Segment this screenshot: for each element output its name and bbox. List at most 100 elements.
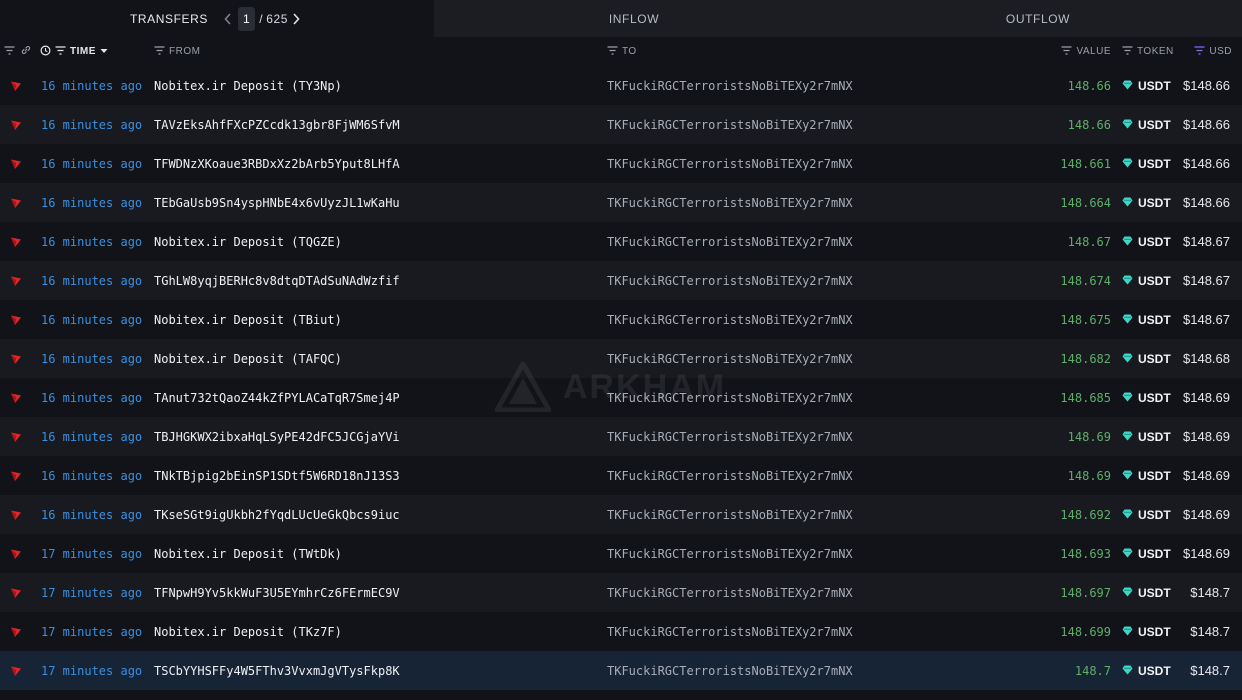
row-token[interactable]: USDT xyxy=(1122,222,1171,261)
row-from-address[interactable]: TKseSGt9igUkbh2fYqdLUcUeGkQbcs9iuc xyxy=(154,495,400,534)
table-row[interactable]: 16 minutes ago TEbGaUsb9Sn4yspHNbE4x6vUyz… xyxy=(0,183,1242,222)
row-to-address[interactable]: TKFuckiRGCTerroristsNoBiTEXy2r7mNX xyxy=(607,339,853,378)
filter-icon[interactable] xyxy=(154,45,165,58)
row-from-address[interactable]: TFWDNzXKoaue3RBDxXz2bArb5Yput8LHfA xyxy=(154,144,400,183)
tab-outflow[interactable]: OUTFLOW xyxy=(834,0,1242,37)
table-row[interactable]: 17 minutes ago TFNpwH9Yv5kkWuF3U5EYmhrCz6… xyxy=(0,573,1242,612)
row-token[interactable]: USDT xyxy=(1122,105,1171,144)
row-token[interactable]: USDT xyxy=(1122,261,1171,300)
sort-down-icon[interactable] xyxy=(100,46,108,57)
tab-inflow[interactable]: INFLOW xyxy=(434,0,834,37)
row-time-link[interactable]: 16 minutes ago xyxy=(41,261,142,300)
table-row[interactable]: 16 minutes ago Nobitex.ir Deposit (TBiut)… xyxy=(0,300,1242,339)
header-usd[interactable]: USD xyxy=(1194,37,1232,66)
page-current[interactable]: 1 xyxy=(238,6,256,31)
row-to-address[interactable]: TKFuckiRGCTerroristsNoBiTEXy2r7mNX xyxy=(607,66,853,105)
row-to-address[interactable]: TKFuckiRGCTerroristsNoBiTEXy2r7mNX xyxy=(607,261,853,300)
row-to-address[interactable]: TKFuckiRGCTerroristsNoBiTEXy2r7mNX xyxy=(607,456,853,495)
row-from-address[interactable]: TBJHGKWX2ibxaHqLSyPE42dFC5JCGjaYVi xyxy=(154,417,400,456)
row-to-address[interactable]: TKFuckiRGCTerroristsNoBiTEXy2r7mNX xyxy=(607,222,853,261)
row-time-link[interactable]: 17 minutes ago xyxy=(41,573,142,612)
row-token[interactable]: USDT xyxy=(1122,612,1171,651)
row-token[interactable]: USDT xyxy=(1122,339,1171,378)
row-to-address[interactable]: TKFuckiRGCTerroristsNoBiTEXy2r7mNX xyxy=(607,300,853,339)
row-token[interactable]: USDT xyxy=(1122,66,1171,105)
row-time-link[interactable]: 16 minutes ago xyxy=(41,183,142,222)
table-row[interactable]: 16 minutes ago TFWDNzXKoaue3RBDxXz2bArb5Y… xyxy=(0,144,1242,183)
tab-transfers[interactable]: TRANSFERS 1 / 625 xyxy=(0,0,434,37)
row-to-address[interactable]: TKFuckiRGCTerroristsNoBiTEXy2r7mNX xyxy=(607,534,853,573)
table-row[interactable]: 16 minutes ago Nobitex.ir Deposit (TAFQC)… xyxy=(0,339,1242,378)
row-to-address[interactable]: TKFuckiRGCTerroristsNoBiTEXy2r7mNX xyxy=(607,573,853,612)
table-row[interactable]: 16 minutes ago TBJHGKWX2ibxaHqLSyPE42dFC5… xyxy=(0,417,1242,456)
row-time-link[interactable]: 16 minutes ago xyxy=(41,144,142,183)
row-time-link[interactable]: 16 minutes ago xyxy=(41,66,142,105)
row-from-address[interactable]: Nobitex.ir Deposit (TBiut) xyxy=(154,300,342,339)
row-token[interactable]: USDT xyxy=(1122,300,1171,339)
row-from-address[interactable]: TEbGaUsb9Sn4yspHNbE4x6vUyzJL1wKaHu xyxy=(154,183,400,222)
filter-icon[interactable] xyxy=(1122,45,1133,58)
row-from-address[interactable]: TGhLW8yqjBERHc8v8dtqDTAdSuNAdWzfif xyxy=(154,261,400,300)
row-from-address[interactable]: TNkTBjpig2bEinSP1SDtf5W6RD18nJ13S3 xyxy=(154,456,400,495)
row-to-address[interactable]: TKFuckiRGCTerroristsNoBiTEXy2r7mNX xyxy=(607,378,853,417)
row-token[interactable]: USDT xyxy=(1122,417,1171,456)
table-row[interactable]: 16 minutes ago TKseSGt9igUkbh2fYqdLUcUeGk… xyxy=(0,495,1242,534)
table-row[interactable]: 16 minutes ago TAnut732tQaoZ44kZfPYLACaTq… xyxy=(0,378,1242,417)
filter-icon[interactable] xyxy=(1061,45,1072,58)
row-token[interactable]: USDT xyxy=(1122,144,1171,183)
row-from-address[interactable]: Nobitex.ir Deposit (TY3Np) xyxy=(154,66,342,105)
table-row[interactable]: 16 minutes ago TNkTBjpig2bEinSP1SDtf5W6RD… xyxy=(0,456,1242,495)
table-row[interactable]: 16 minutes ago Nobitex.ir Deposit (TQGZE)… xyxy=(0,222,1242,261)
row-token[interactable]: USDT xyxy=(1122,651,1171,690)
header-token[interactable]: TOKEN xyxy=(1122,37,1174,66)
row-to-address[interactable]: TKFuckiRGCTerroristsNoBiTEXy2r7mNX xyxy=(607,144,853,183)
row-time-link[interactable]: 16 minutes ago xyxy=(41,222,142,261)
row-token[interactable]: USDT xyxy=(1122,534,1171,573)
row-from-address[interactable]: TAnut732tQaoZ44kZfPYLACaTqR7Smej4P xyxy=(154,378,400,417)
header-from[interactable]: FROM xyxy=(154,37,200,66)
row-from-address[interactable]: TFNpwH9Yv5kkWuF3U5EYmhrCz6FErmEC9V xyxy=(154,573,400,612)
table-row[interactable]: 16 minutes ago TAVzEksAhfFXcPZCcdk13gbr8F… xyxy=(0,105,1242,144)
table-row[interactable]: 17 minutes ago Nobitex.ir Deposit (TWtDk)… xyxy=(0,534,1242,573)
table-row[interactable]: 17 minutes ago TSCbYYHSFFy4W5FThv3VvxmJgV… xyxy=(0,651,1242,690)
row-time-link[interactable]: 16 minutes ago xyxy=(41,105,142,144)
row-time-link[interactable]: 16 minutes ago xyxy=(41,456,142,495)
row-time-link[interactable]: 16 minutes ago xyxy=(41,417,142,456)
row-time-link[interactable]: 16 minutes ago xyxy=(41,300,142,339)
row-to-address[interactable]: TKFuckiRGCTerroristsNoBiTEXy2r7mNX xyxy=(607,183,853,222)
row-from-address[interactable]: Nobitex.ir Deposit (TKz7F) xyxy=(154,612,342,651)
row-from-address[interactable]: Nobitex.ir Deposit (TWtDk) xyxy=(154,534,342,573)
row-to-address[interactable]: TKFuckiRGCTerroristsNoBiTEXy2r7mNX xyxy=(607,651,853,690)
chevron-right-icon[interactable] xyxy=(288,10,304,28)
row-to-address[interactable]: TKFuckiRGCTerroristsNoBiTEXy2r7mNX xyxy=(607,417,853,456)
filter-icon[interactable] xyxy=(4,45,15,58)
header-value[interactable]: VALUE xyxy=(1061,37,1111,66)
row-time-link[interactable]: 17 minutes ago xyxy=(41,612,142,651)
row-from-address[interactable]: TAVzEksAhfFXcPZCcdk13gbr8FjWM6SfvM xyxy=(154,105,400,144)
row-time-link[interactable]: 17 minutes ago xyxy=(41,534,142,573)
row-time-link[interactable]: 17 minutes ago xyxy=(41,651,142,690)
header-time[interactable]: TIME xyxy=(40,37,108,66)
filter-icon[interactable] xyxy=(55,45,66,58)
filter-icon[interactable] xyxy=(1194,45,1205,58)
row-from-address[interactable]: Nobitex.ir Deposit (TAFQC) xyxy=(154,339,342,378)
row-token[interactable]: USDT xyxy=(1122,456,1171,495)
table-row[interactable]: 17 minutes ago Nobitex.ir Deposit (TKz7F)… xyxy=(0,612,1242,651)
filter-icon[interactable] xyxy=(607,45,618,58)
row-token[interactable]: USDT xyxy=(1122,573,1171,612)
header-to[interactable]: TO xyxy=(607,37,637,66)
row-token[interactable]: USDT xyxy=(1122,495,1171,534)
table-row[interactable]: 16 minutes ago Nobitex.ir Deposit (TY3Np)… xyxy=(0,66,1242,105)
row-to-address[interactable]: TKFuckiRGCTerroristsNoBiTEXy2r7mNX xyxy=(607,105,853,144)
row-token[interactable]: USDT xyxy=(1122,183,1171,222)
row-time-link[interactable]: 16 minutes ago xyxy=(41,339,142,378)
row-from-address[interactable]: TSCbYYHSFFy4W5FThv3VvxmJgVTysFkp8K xyxy=(154,651,400,690)
link-icon[interactable] xyxy=(21,45,31,58)
chevron-left-icon[interactable] xyxy=(220,10,236,28)
row-to-address[interactable]: TKFuckiRGCTerroristsNoBiTEXy2r7mNX xyxy=(607,495,853,534)
row-token[interactable]: USDT xyxy=(1122,378,1171,417)
row-to-address[interactable]: TKFuckiRGCTerroristsNoBiTEXy2r7mNX xyxy=(607,612,853,651)
row-time-link[interactable]: 16 minutes ago xyxy=(41,495,142,534)
table-row[interactable]: 16 minutes ago TGhLW8yqjBERHc8v8dtqDTAdSu… xyxy=(0,261,1242,300)
row-time-link[interactable]: 16 minutes ago xyxy=(41,378,142,417)
